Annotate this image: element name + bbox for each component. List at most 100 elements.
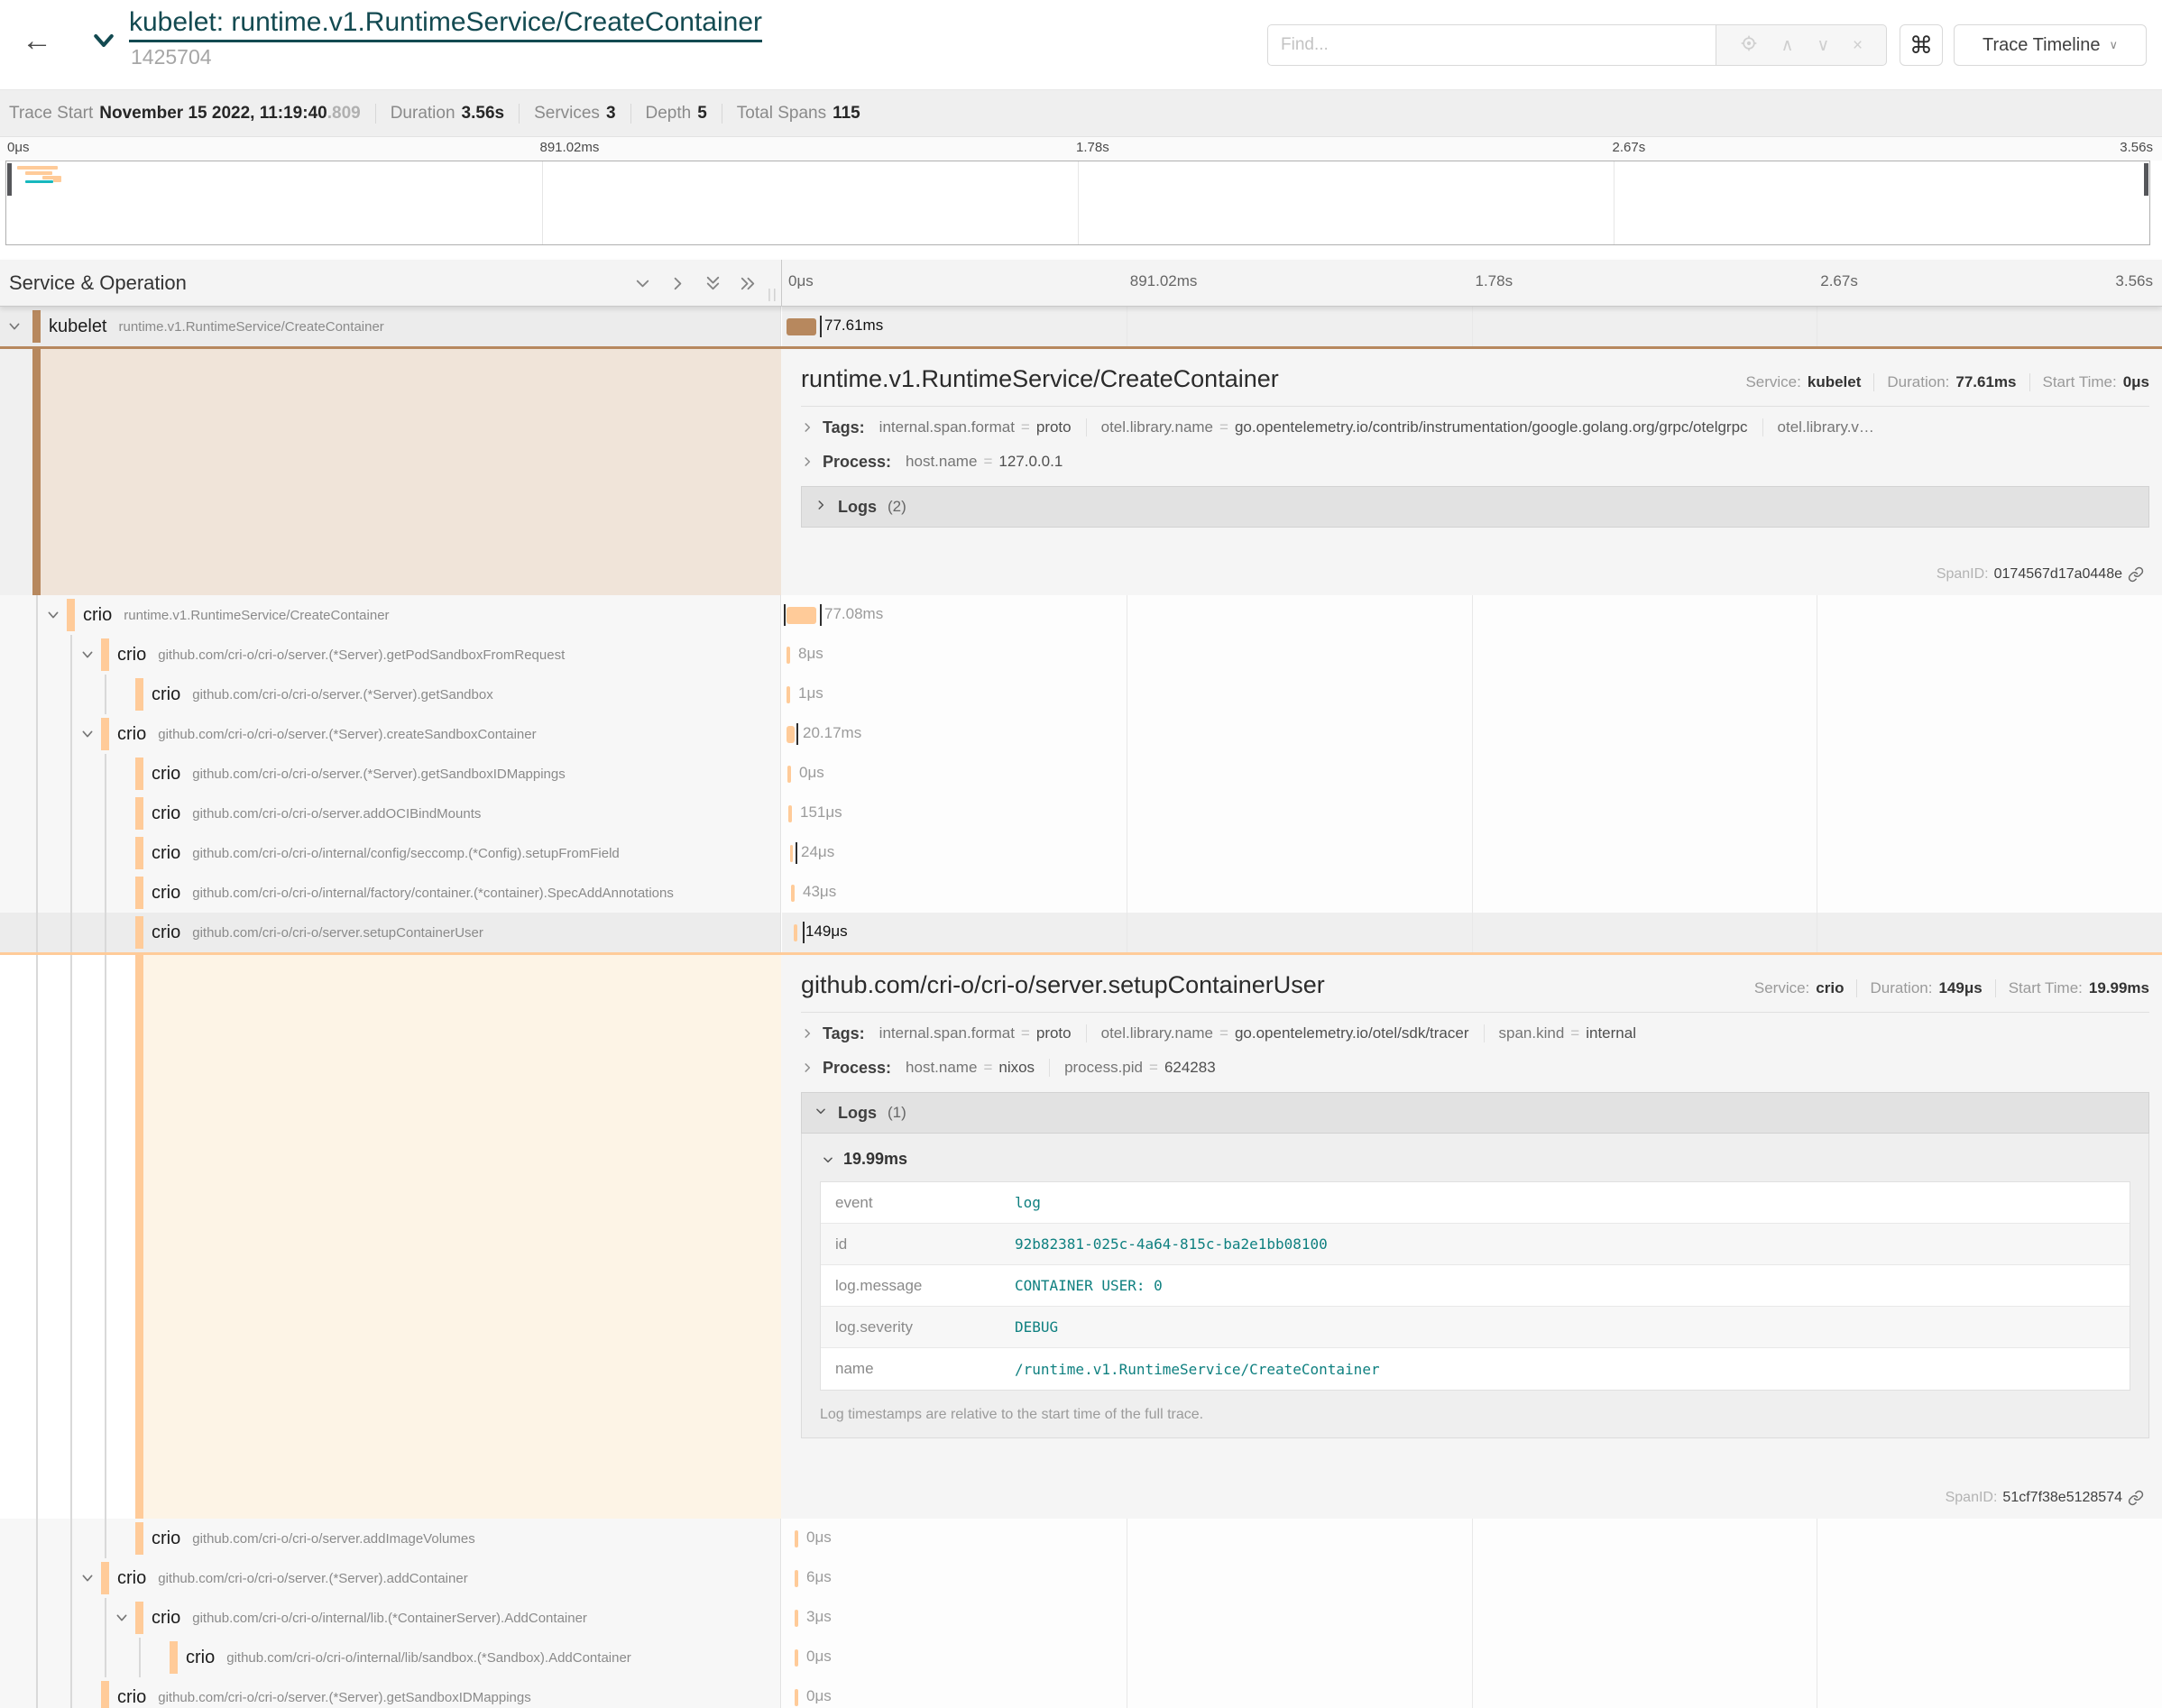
span-row[interactable]: crio github.com/cri-o/cri-o/server.(*Ser… — [0, 1677, 2162, 1708]
span-timeline-cell[interactable]: 8μs — [782, 635, 2162, 675]
tags-accordion[interactable]: Tags: internal.span.format=protootel.lib… — [801, 410, 2149, 445]
span-timeline-cell[interactable]: 149μs — [782, 913, 2162, 952]
span-duration-bar[interactable] — [787, 686, 790, 703]
span-row[interactable]: crio github.com/cri-o/cri-o/server.(*Ser… — [0, 675, 2162, 714]
clear-search-icon[interactable]: × — [1853, 37, 1863, 54]
span-timeline-cell[interactable]: 0μs — [782, 754, 2162, 794]
span-name-cell[interactable]: crio github.com/cri-o/cri-o/server.(*Ser… — [0, 1677, 781, 1708]
span-duration-bar[interactable] — [787, 766, 791, 783]
find-input[interactable] — [1267, 24, 1716, 66]
keyboard-shortcuts-button[interactable]: ⌘ — [1900, 24, 1943, 66]
tree-guide — [36, 1519, 38, 1558]
span-name-cell[interactable]: crio github.com/cri-o/cri-o/server.(*Ser… — [0, 1558, 781, 1598]
span-row[interactable]: crio github.com/cri-o/cri-o/server.addOC… — [0, 794, 2162, 833]
span-row[interactable]: crio github.com/cri-o/cri-o/internal/fac… — [0, 873, 2162, 913]
span-duration-bar[interactable] — [795, 1649, 798, 1667]
process-accordion[interactable]: Process: host.name=127.0.0.1 — [801, 445, 2149, 479]
span-timeline-cell[interactable]: 151μs — [782, 794, 2162, 833]
service-color-bar — [135, 955, 143, 1519]
span-row[interactable]: crio github.com/cri-o/cri-o/server.(*Ser… — [0, 714, 2162, 754]
tree-guide — [36, 1677, 38, 1708]
span-timeline-cell[interactable]: 77.08ms — [782, 595, 2162, 635]
logs-accordion[interactable]: Logs (1) — [801, 1092, 2149, 1134]
minimap-right-handle[interactable] — [2144, 163, 2148, 196]
collapse-all-icon[interactable] — [702, 272, 723, 294]
span-row[interactable]: crio github.com/cri-o/cri-o/internal/lib… — [0, 1638, 2162, 1677]
span-name-cell[interactable]: crio github.com/cri-o/cri-o/internal/lib… — [0, 1598, 781, 1638]
collapse-one-icon[interactable] — [631, 272, 653, 294]
minimap-left-handle[interactable] — [7, 163, 12, 196]
span-row[interactable]: crio github.com/cri-o/cri-o/internal/lib… — [0, 1598, 2162, 1638]
span-collapse-icon[interactable] — [80, 1571, 95, 1590]
span-timeline-cell[interactable]: 3μs — [782, 1598, 2162, 1638]
process-accordion[interactable]: Process: host.name=nixosprocess.pid=6242… — [801, 1051, 2149, 1085]
span-timeline-cell[interactable]: 6μs — [782, 1558, 2162, 1598]
logs-accordion[interactable]: Logs (2) — [801, 486, 2149, 528]
span-collapse-icon[interactable] — [115, 1611, 129, 1630]
span-name-cell[interactable]: crio github.com/cri-o/cri-o/server.setup… — [0, 913, 781, 952]
span-name-cell[interactable]: kubelet runtime.v1.RuntimeService/Create… — [0, 307, 781, 346]
minimap-tick-labels: 0μs891.02ms1.78s2.67s3.56s — [0, 137, 2162, 161]
span-duration-bar[interactable] — [795, 1610, 798, 1627]
span-duration-bar[interactable] — [795, 1530, 798, 1547]
span-duration-bar[interactable] — [788, 805, 792, 822]
span-duration-bar[interactable] — [787, 607, 816, 624]
span-row[interactable]: crio runtime.v1.RuntimeService/CreateCon… — [0, 595, 2162, 635]
span-name-cell[interactable]: crio github.com/cri-o/cri-o/server.(*Ser… — [0, 635, 781, 675]
span-duration-bar[interactable] — [795, 1689, 798, 1706]
span-name-cell[interactable]: crio github.com/cri-o/cri-o/server.addOC… — [0, 794, 781, 833]
span-name-cell[interactable]: crio github.com/cri-o/cri-o/internal/con… — [0, 833, 781, 873]
span-row[interactable]: crio github.com/cri-o/cri-o/server.addIm… — [0, 1519, 2162, 1558]
span-name-cell[interactable]: crio github.com/cri-o/cri-o/server.(*Ser… — [0, 675, 781, 714]
span-timeline-cell[interactable]: 20.17ms — [782, 714, 2162, 754]
span-collapse-icon[interactable] — [46, 608, 60, 627]
span-timeline-cell[interactable]: 1μs — [782, 675, 2162, 714]
span-name-cell[interactable]: crio github.com/cri-o/cri-o/server.addIm… — [0, 1519, 781, 1558]
next-match-icon[interactable]: ∨ — [1817, 37, 1829, 54]
detail-service-label: Service: — [1745, 373, 1800, 391]
expand-one-icon[interactable] — [667, 272, 688, 294]
span-name-cell[interactable]: crio github.com/cri-o/cri-o/server.(*Ser… — [0, 754, 781, 794]
trace-title-link[interactable]: kubelet: runtime.v1.RuntimeService/Creat… — [129, 7, 762, 42]
span-timeline-cell[interactable]: 43μs — [782, 873, 2162, 913]
span-row[interactable]: crio github.com/cri-o/cri-o/server.setup… — [0, 913, 2162, 952]
span-collapse-icon[interactable] — [80, 647, 95, 666]
span-timeline-cell[interactable]: 77.61ms — [782, 307, 2162, 346]
span-duration-bar[interactable] — [795, 1570, 798, 1587]
service-name: crio — [83, 605, 112, 626]
span-duration-bar[interactable] — [790, 845, 793, 862]
crosshair-icon[interactable] — [1740, 34, 1758, 56]
span-timeline-cell[interactable]: 0μs — [782, 1677, 2162, 1708]
span-timeline-cell[interactable]: 0μs — [782, 1638, 2162, 1677]
span-timeline-cell[interactable]: 24μs — [782, 833, 2162, 873]
span-collapse-icon[interactable] — [7, 319, 22, 338]
span-duration-bar[interactable] — [787, 647, 790, 664]
span-duration-bar[interactable] — [794, 924, 797, 941]
span-row[interactable]: crio github.com/cri-o/cri-o/server.(*Ser… — [0, 754, 2162, 794]
span-row[interactable]: kubelet runtime.v1.RuntimeService/Create… — [0, 307, 2162, 346]
span-duration-bar[interactable] — [787, 318, 816, 335]
trace-header-collapse-icon[interactable] — [90, 27, 117, 59]
span-row[interactable]: crio github.com/cri-o/cri-o/internal/con… — [0, 833, 2162, 873]
span-duration-bar[interactable] — [791, 885, 795, 902]
column-resize-grip[interactable]: || — [768, 287, 778, 302]
span-timeline-cell[interactable]: 0μs — [782, 1519, 2162, 1558]
link-icon[interactable] — [2128, 1490, 2144, 1506]
log-entry-header[interactable]: 19.99ms — [822, 1150, 2130, 1169]
back-icon[interactable]: ← — [22, 23, 52, 59]
log-marker — [803, 922, 805, 943]
expand-all-icon[interactable] — [737, 272, 759, 294]
link-icon[interactable] — [2128, 566, 2144, 583]
tags-accordion[interactable]: Tags: internal.span.format=protootel.lib… — [801, 1016, 2149, 1051]
span-name-cell[interactable]: crio runtime.v1.RuntimeService/CreateCon… — [0, 595, 781, 635]
span-name-cell[interactable]: crio github.com/cri-o/cri-o/internal/fac… — [0, 873, 781, 913]
span-duration-bar[interactable] — [787, 726, 795, 743]
span-name-cell[interactable]: crio github.com/cri-o/cri-o/internal/lib… — [0, 1638, 781, 1677]
view-selector-button[interactable]: Trace Timeline ∨ — [1954, 24, 2147, 66]
span-row[interactable]: crio github.com/cri-o/cri-o/server.(*Ser… — [0, 635, 2162, 675]
span-name-cell[interactable]: crio github.com/cri-o/cri-o/server.(*Ser… — [0, 714, 781, 754]
trace-minimap[interactable] — [5, 161, 2150, 245]
prev-match-icon[interactable]: ∧ — [1781, 37, 1794, 54]
span-row[interactable]: crio github.com/cri-o/cri-o/server.(*Ser… — [0, 1558, 2162, 1598]
span-collapse-icon[interactable] — [80, 727, 95, 746]
